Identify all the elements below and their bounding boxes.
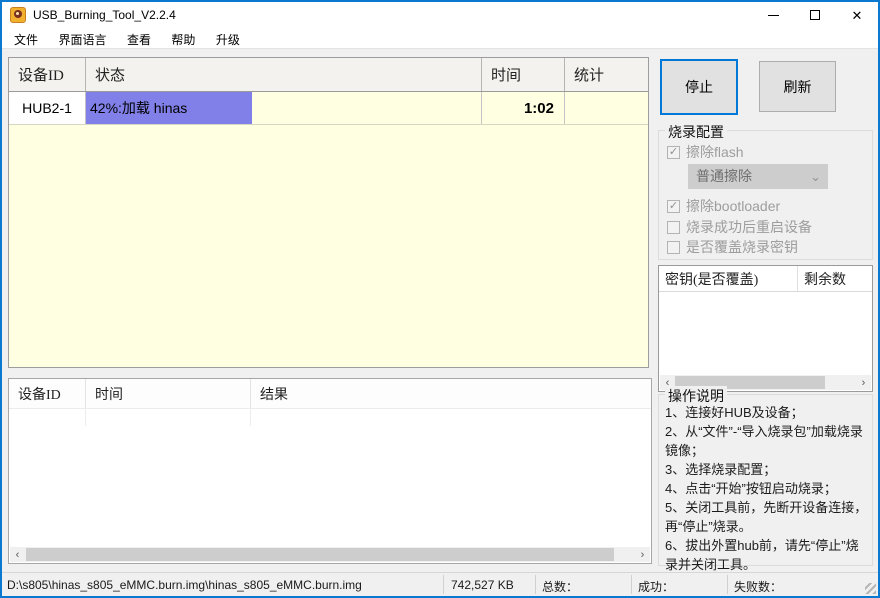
col-header-status: 状态 [86,58,482,91]
maximize-button[interactable] [794,2,836,28]
resize-grip[interactable] [865,583,876,594]
menu-language[interactable]: 界面语言 [50,28,114,51]
result-scroll-thumb[interactable] [26,548,614,561]
status-bar: D:\s805\hinas_s805_eMMC.burn.img\hinas_s… [2,572,878,596]
menu-help[interactable]: 帮助 [163,28,203,51]
status-divider [443,575,444,594]
maximize-icon [810,10,820,20]
app-logo-icon [10,7,26,23]
chevron-down-icon: ⌄ [810,164,821,189]
checkbox-erase-bootloader-icon: ✓ [667,200,680,213]
result-table-empty-row [9,409,651,426]
instructions-group: 操作说明 1、连接好HUB及设备； 2、从“文件”-“导入烧录包”加载烧录镜像；… [658,394,873,566]
close-icon: ✕ [852,9,863,22]
col-header-result: 结果 [251,379,651,408]
refresh-button[interactable]: 刷新 [759,61,836,112]
option-erase-bootloader[interactable]: ✓ 擦除bootloader [667,196,780,216]
key-table: 密钥(是否覆盖) 剩余数 ‹ › [658,265,873,392]
burn-config-group: 烧录配置 ✓ 擦除flash 普通擦除 ⌄ ✓ 擦除bootloader 烧录成… [658,130,873,260]
col-header-key: 密钥(是否覆盖) [659,266,798,291]
result-table-hscrollbar: ‹ › [10,547,650,562]
checkbox-erase-flash-icon: ✓ [667,146,680,159]
option-overwrite-key-label: 是否覆盖烧录密钥 [686,237,798,257]
col-header-device-id: 设备ID [9,58,86,91]
erase-mode-value: 普通擦除 [696,168,752,184]
burn-config-title: 烧录配置 [665,122,727,142]
status-file-path: D:\s805\hinas_s805_eMMC.burn.img\hinas_s… [7,578,362,592]
menu-view[interactable]: 查看 [119,28,159,51]
erase-mode-select[interactable]: 普通擦除 ⌄ [688,164,828,189]
option-overwrite-key[interactable]: 是否覆盖烧录密钥 [667,237,798,257]
status-progress-label: 42%:加载 hinas [86,92,481,124]
device-stats-cell [565,92,648,124]
status-file-size: 742,527 KB [451,578,514,592]
title-bar: USB_Burning_Tool_V2.2.4 ✕ [2,2,878,28]
status-success-label: 成功： [638,578,674,595]
checkbox-overwrite-key-icon [667,241,680,254]
col-header-time: 时间 [482,58,565,91]
scroll-left-icon[interactable]: ‹ [10,547,25,562]
device-row[interactable]: HUB2-1 42%:加载 hinas 1:02 [9,92,648,125]
status-total-label: 总数： [542,578,578,595]
col-header-result-device-id: 设备ID [9,379,86,408]
checkbox-reboot-icon [667,221,680,234]
option-erase-flash[interactable]: ✓ 擦除flash [667,142,744,162]
app-window: USB_Burning_Tool_V2.2.4 ✕ 文件 界面语言 查看 帮助 … [0,0,880,598]
option-reboot-after-success[interactable]: 烧录成功后重启设备 [667,217,812,237]
menu-file[interactable]: 文件 [6,28,46,51]
device-id-cell: HUB2-1 [9,92,86,124]
status-divider [727,575,728,594]
status-fail-label: 失败数： [734,578,782,595]
option-erase-bootloader-label: 擦除bootloader [686,196,780,216]
scroll-right-icon[interactable]: › [856,375,871,390]
device-table-header: 设备ID 状态 时间 统计 [9,58,648,92]
device-time-cell: 1:02 [482,92,565,124]
menu-upgrade[interactable]: 升级 [208,28,248,51]
status-divider [535,575,536,594]
col-header-result-time: 时间 [86,379,251,408]
col-header-remaining: 剩余数 [798,266,872,291]
scroll-right-icon[interactable]: › [635,547,650,562]
close-button[interactable]: ✕ [836,2,878,28]
window-title: USB_Burning_Tool_V2.2.4 [33,8,176,22]
device-status-cell: 42%:加载 hinas [86,92,482,124]
minimize-button[interactable] [752,2,794,28]
result-table: 设备ID 时间 结果 ‹ › [8,378,652,564]
device-table: 设备ID 状态 时间 统计 HUB2-1 42%:加载 hinas 1:02 [8,57,649,368]
instructions-text: 1、连接好HUB及设备； 2、从“文件”-“导入烧录包”加载烧录镜像； 3、选择… [665,403,868,574]
result-table-header: 设备ID 时间 结果 [9,379,651,409]
col-header-stats: 统计 [565,58,648,91]
option-reboot-label: 烧录成功后重启设备 [686,217,812,237]
option-erase-flash-label: 擦除flash [686,142,744,162]
stop-button[interactable]: 停止 [660,59,738,115]
menu-bar: 文件 界面语言 查看 帮助 升级 [2,28,878,49]
status-divider [631,575,632,594]
key-table-header: 密钥(是否覆盖) 剩余数 [659,266,872,292]
minimize-icon [768,15,779,16]
